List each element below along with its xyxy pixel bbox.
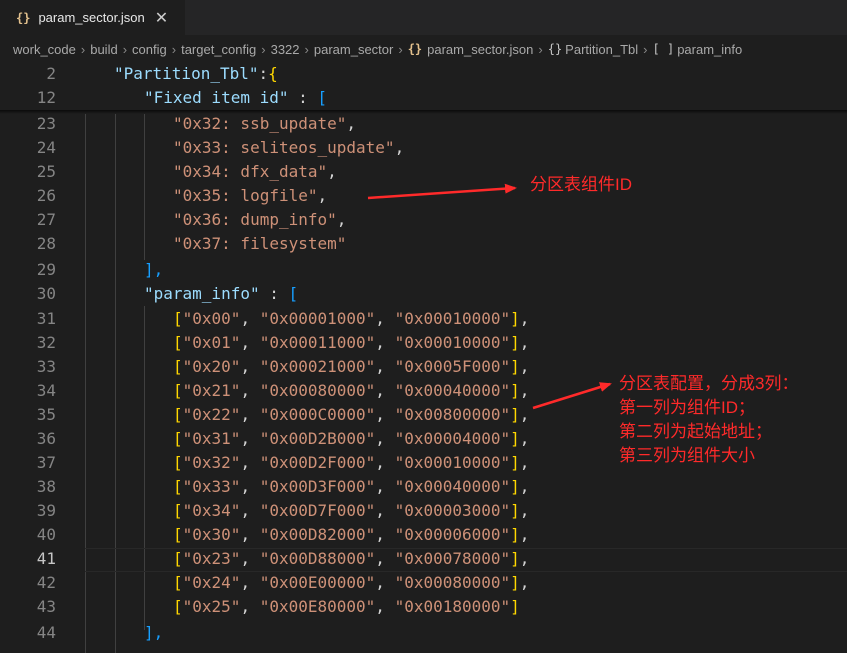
annotation-partition-config: 分区表配置，分成3列： 第一列为组件ID； 第二列为起始地址； 第三列为组件大小: [619, 372, 798, 468]
annotation-line: 第三列为组件大小: [619, 446, 755, 465]
annotation-arrows: [367, 183, 612, 410]
annotation-partition-id: 分区表组件ID: [530, 175, 632, 194]
arrow-to-param-table: [532, 382, 612, 410]
annotation-line: 第二列为起始地址；: [619, 422, 772, 441]
arrow-to-id-list: [367, 183, 517, 200]
annotation-line: 分区表配置，分成3列：: [619, 374, 799, 393]
annotation-line: 第一列为组件ID；: [619, 398, 755, 417]
